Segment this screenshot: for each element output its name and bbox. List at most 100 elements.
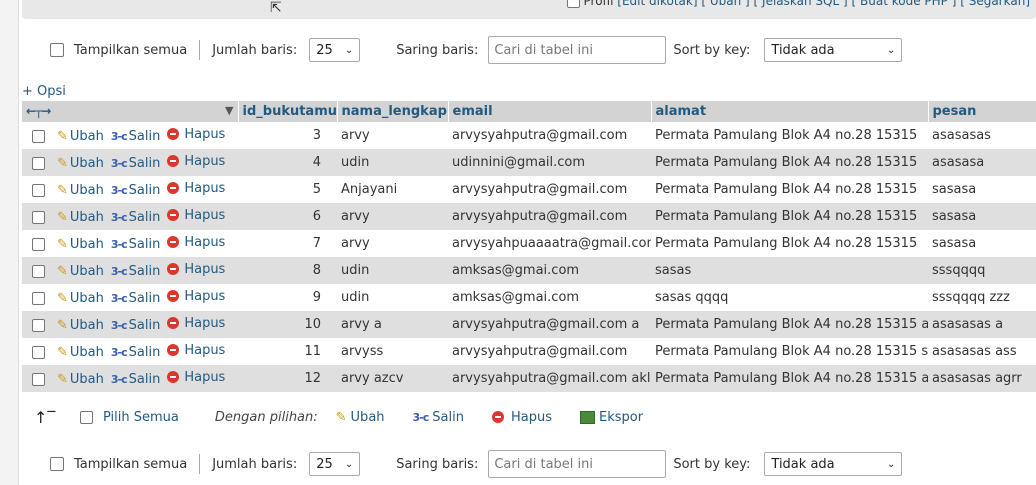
cell-pesan[interactable]: asasasas ass [928, 338, 1036, 365]
row-checkbox[interactable] [32, 265, 45, 279]
cell-pesan[interactable]: asasasas [928, 122, 1036, 149]
edit-button[interactable]: ✎ Ubah [57, 318, 104, 333]
table-row[interactable]: ✎ Ubah 3-c Salin Hapus 9 udin amksas@gmai.com sa… [22, 284, 1036, 311]
column-id[interactable]: id_bukutamu [238, 101, 338, 122]
copy-button[interactable]: 3-c Salin [111, 318, 160, 333]
link-refresh[interactable]: [ Segarkan] [960, 0, 1030, 8]
cell-nama[interactable]: arvy a [337, 311, 448, 338]
delete-button[interactable]: Hapus [167, 208, 225, 223]
delete-button[interactable]: Hapus [167, 289, 225, 304]
profil-checkbox[interactable] [566, 0, 580, 8]
edit-button[interactable]: ✎ Ubah [57, 264, 104, 279]
show-all-checkbox[interactable] [50, 43, 64, 57]
edit-button[interactable]: ✎ Ubah [57, 291, 104, 306]
filter-input[interactable]: Cari di tabel ini [488, 36, 667, 64]
row-checkbox[interactable] [32, 184, 45, 198]
cell-email[interactable]: arvysyahputra@gmail.com [448, 122, 651, 149]
cell-alamat[interactable]: Permata Pamulang Blok A4 no.28 15315 a [651, 311, 928, 338]
cell-id[interactable]: 5 [238, 176, 337, 203]
bulk-edit-button[interactable]: ✎ Ubah [336, 410, 385, 425]
cell-nama[interactable]: arvy [337, 122, 448, 149]
cell-alamat[interactable]: Permata Pamulang Blok A4 no.28 15315 sss [651, 338, 928, 365]
edit-button[interactable]: ✎ Ubah [57, 237, 104, 252]
cell-id[interactable]: 7 [238, 230, 337, 257]
cell-alamat[interactable]: Permata Pamulang Blok A4 no.28 15315 [651, 122, 928, 149]
bulk-export-button[interactable]: Ekspor [579, 410, 643, 425]
cell-alamat[interactable]: sasas [651, 257, 928, 284]
copy-button[interactable]: 3-c Salin [111, 264, 160, 279]
cell-id[interactable]: 11 [238, 338, 337, 365]
cell-nama[interactable]: arvy [337, 230, 448, 257]
cell-email[interactable]: arvysyahpuaaaatra@gmail.com [448, 230, 651, 257]
cell-alamat[interactable]: Permata Pamulang Blok A4 no.28 15315 abg… [651, 365, 928, 392]
cell-email[interactable]: amksas@gmai.com [448, 257, 651, 284]
column-pesan[interactable]: pesan [928, 101, 1036, 122]
cell-email[interactable]: arvysyahputra@gmail.com [448, 176, 651, 203]
delete-button[interactable]: Hapus [167, 343, 225, 358]
table-row[interactable]: ✎ Ubah 3-c Salin Hapus 12 arvy azcv arvysyahput… [22, 365, 1036, 392]
edit-button[interactable]: ✎ Ubah [57, 210, 104, 225]
cell-pesan[interactable]: asasasas agrr [928, 365, 1036, 392]
cell-nama[interactable]: arvyss [337, 338, 448, 365]
sort-select[interactable]: Tidak ada ⌄ [764, 38, 903, 62]
rows-select[interactable]: 25 ⌄ [309, 38, 361, 62]
cell-pesan[interactable]: sssqqqq zzz [928, 284, 1036, 311]
cell-id[interactable]: 4 [238, 149, 337, 176]
column-email[interactable]: email [448, 101, 652, 122]
cell-pesan[interactable]: sasasa [928, 203, 1036, 230]
bulk-copy-button[interactable]: 3-c Salin [413, 410, 464, 425]
select-all-checkbox[interactable] [80, 410, 93, 424]
delete-button[interactable]: Hapus [167, 181, 225, 196]
cell-id[interactable]: 8 [238, 257, 337, 284]
cell-alamat[interactable]: Permata Pamulang Blok A4 no.28 15315 [651, 230, 928, 257]
edit-button[interactable]: ✎ Ubah [57, 156, 104, 171]
table-row[interactable]: ✎ Ubah 3-c Salin Hapus 6 arvy arvysyahputra@gma… [22, 203, 1036, 230]
cell-pesan[interactable]: sasasa [928, 176, 1036, 203]
edit-button[interactable]: ✎ Ubah [57, 129, 104, 144]
table-row[interactable]: ✎ Ubah 3-c Salin Hapus 4 udin udinnini@gmail.co… [22, 149, 1036, 176]
options-link[interactable]: + Opsi [22, 84, 66, 99]
cell-alamat[interactable]: Permata Pamulang Blok A4 no.28 15315 [651, 176, 928, 203]
table-row[interactable]: ✎ Ubah 3-c Salin Hapus 7 arvy arvysyahpuaaaatra… [22, 230, 1036, 257]
delete-button[interactable]: Hapus [167, 235, 225, 250]
rows-select[interactable]: 25 ⌄ [309, 452, 361, 476]
cell-pesan[interactable]: sasasa [928, 230, 1036, 257]
copy-button[interactable]: 3-c Salin [111, 291, 160, 306]
link-edit[interactable]: [ Ubah ] [701, 0, 749, 8]
cell-nama[interactable]: Anjayani [337, 176, 448, 203]
cell-alamat[interactable]: sasas qqqq [651, 284, 928, 311]
table-row[interactable]: ✎ Ubah 3-c Salin Hapus 8 udin amksas@gmai.com sa… [22, 257, 1036, 284]
table-row[interactable]: ✎ Ubah 3-c Salin Hapus 5 Anjayani arvysyahputra… [22, 176, 1036, 203]
cell-nama[interactable]: arvy [337, 203, 448, 230]
delete-button[interactable]: Hapus [167, 127, 225, 142]
copy-button[interactable]: 3-c Salin [111, 156, 160, 171]
cell-email[interactable]: arvysyahputra@gmail.com a [448, 311, 651, 338]
delete-button[interactable]: Hapus [167, 316, 225, 331]
edit-button[interactable]: ✎ Ubah [57, 372, 104, 387]
column-alamat[interactable]: alamat [651, 101, 929, 122]
link-edit-inline[interactable]: [Edit dikotak] [617, 0, 697, 8]
table-row[interactable]: ✎ Ubah 3-c Salin Hapus 11 arvyss arvysyahputra@… [22, 338, 1036, 365]
row-checkbox[interactable] [32, 211, 45, 225]
delete-button[interactable]: Hapus [167, 154, 225, 169]
copy-button[interactable]: 3-c Salin [111, 237, 160, 252]
cell-nama[interactable]: udin [337, 284, 448, 311]
cell-email[interactable]: arvysyahputra@gmail.com [448, 203, 651, 230]
cell-id[interactable]: 3 [238, 122, 337, 149]
bulk-delete-button[interactable]: Hapus [491, 410, 552, 425]
cell-id[interactable]: 9 [238, 284, 337, 311]
cell-pesan[interactable]: asasasa [928, 149, 1036, 176]
row-checkbox[interactable] [32, 346, 45, 360]
cell-alamat[interactable]: Permata Pamulang Blok A4 no.28 15315 [651, 203, 928, 230]
select-all-label[interactable]: Pilih Semua [103, 410, 179, 425]
delete-button[interactable]: Hapus [167, 262, 225, 277]
copy-button[interactable]: 3-c Salin [111, 345, 160, 360]
cell-pesan[interactable]: asasasas a [928, 311, 1036, 338]
copy-button[interactable]: 3-c Salin [111, 210, 160, 225]
show-all-checkbox[interactable] [50, 457, 64, 471]
copy-button[interactable]: 3-c Salin [111, 372, 160, 387]
row-checkbox[interactable] [32, 319, 45, 333]
edit-button[interactable]: ✎ Ubah [57, 183, 104, 198]
cell-email[interactable]: amksas@gmai.com [448, 284, 651, 311]
cell-pesan[interactable]: sssqqqq [928, 257, 1036, 284]
